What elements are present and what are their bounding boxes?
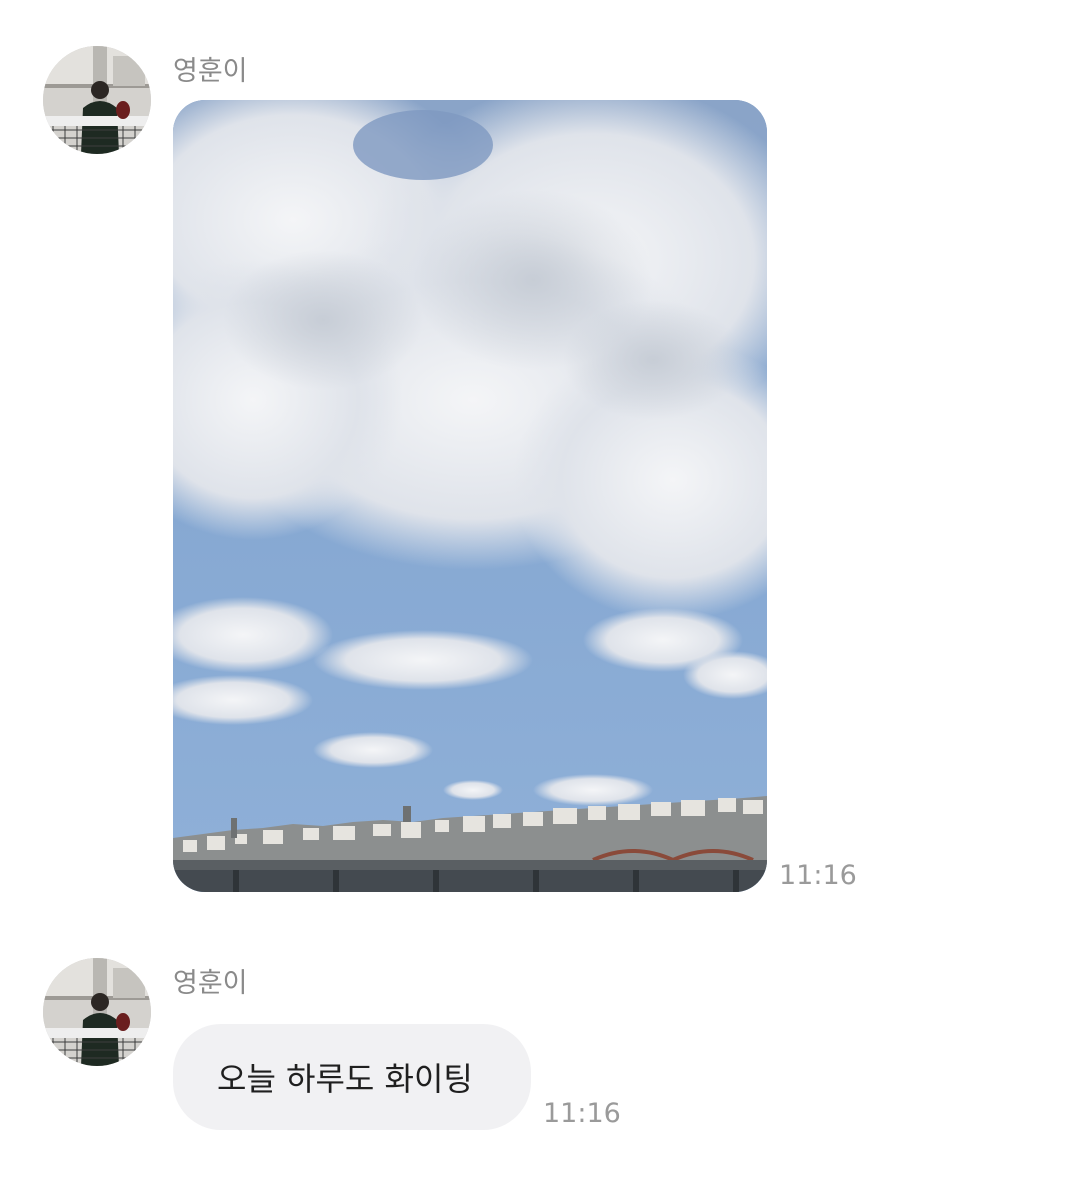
message-time: 11:16 — [779, 860, 857, 891]
message-text: 오늘 하루도 화이팅 — [217, 1060, 473, 1098]
message-time: 11:16 — [543, 1098, 621, 1129]
profile-photo-icon — [43, 46, 151, 154]
profile-photo-icon — [43, 958, 151, 1066]
text-message-bubble[interactable]: 오늘 하루도 화이팅 — [173, 1024, 531, 1130]
sender-avatar[interactable] — [43, 958, 151, 1066]
sender-name: 영훈이 — [173, 56, 248, 87]
sky-city-photo-icon — [173, 100, 767, 892]
sender-name: 영훈이 — [173, 968, 248, 999]
image-message[interactable] — [173, 100, 767, 892]
sender-avatar[interactable] — [43, 46, 151, 154]
